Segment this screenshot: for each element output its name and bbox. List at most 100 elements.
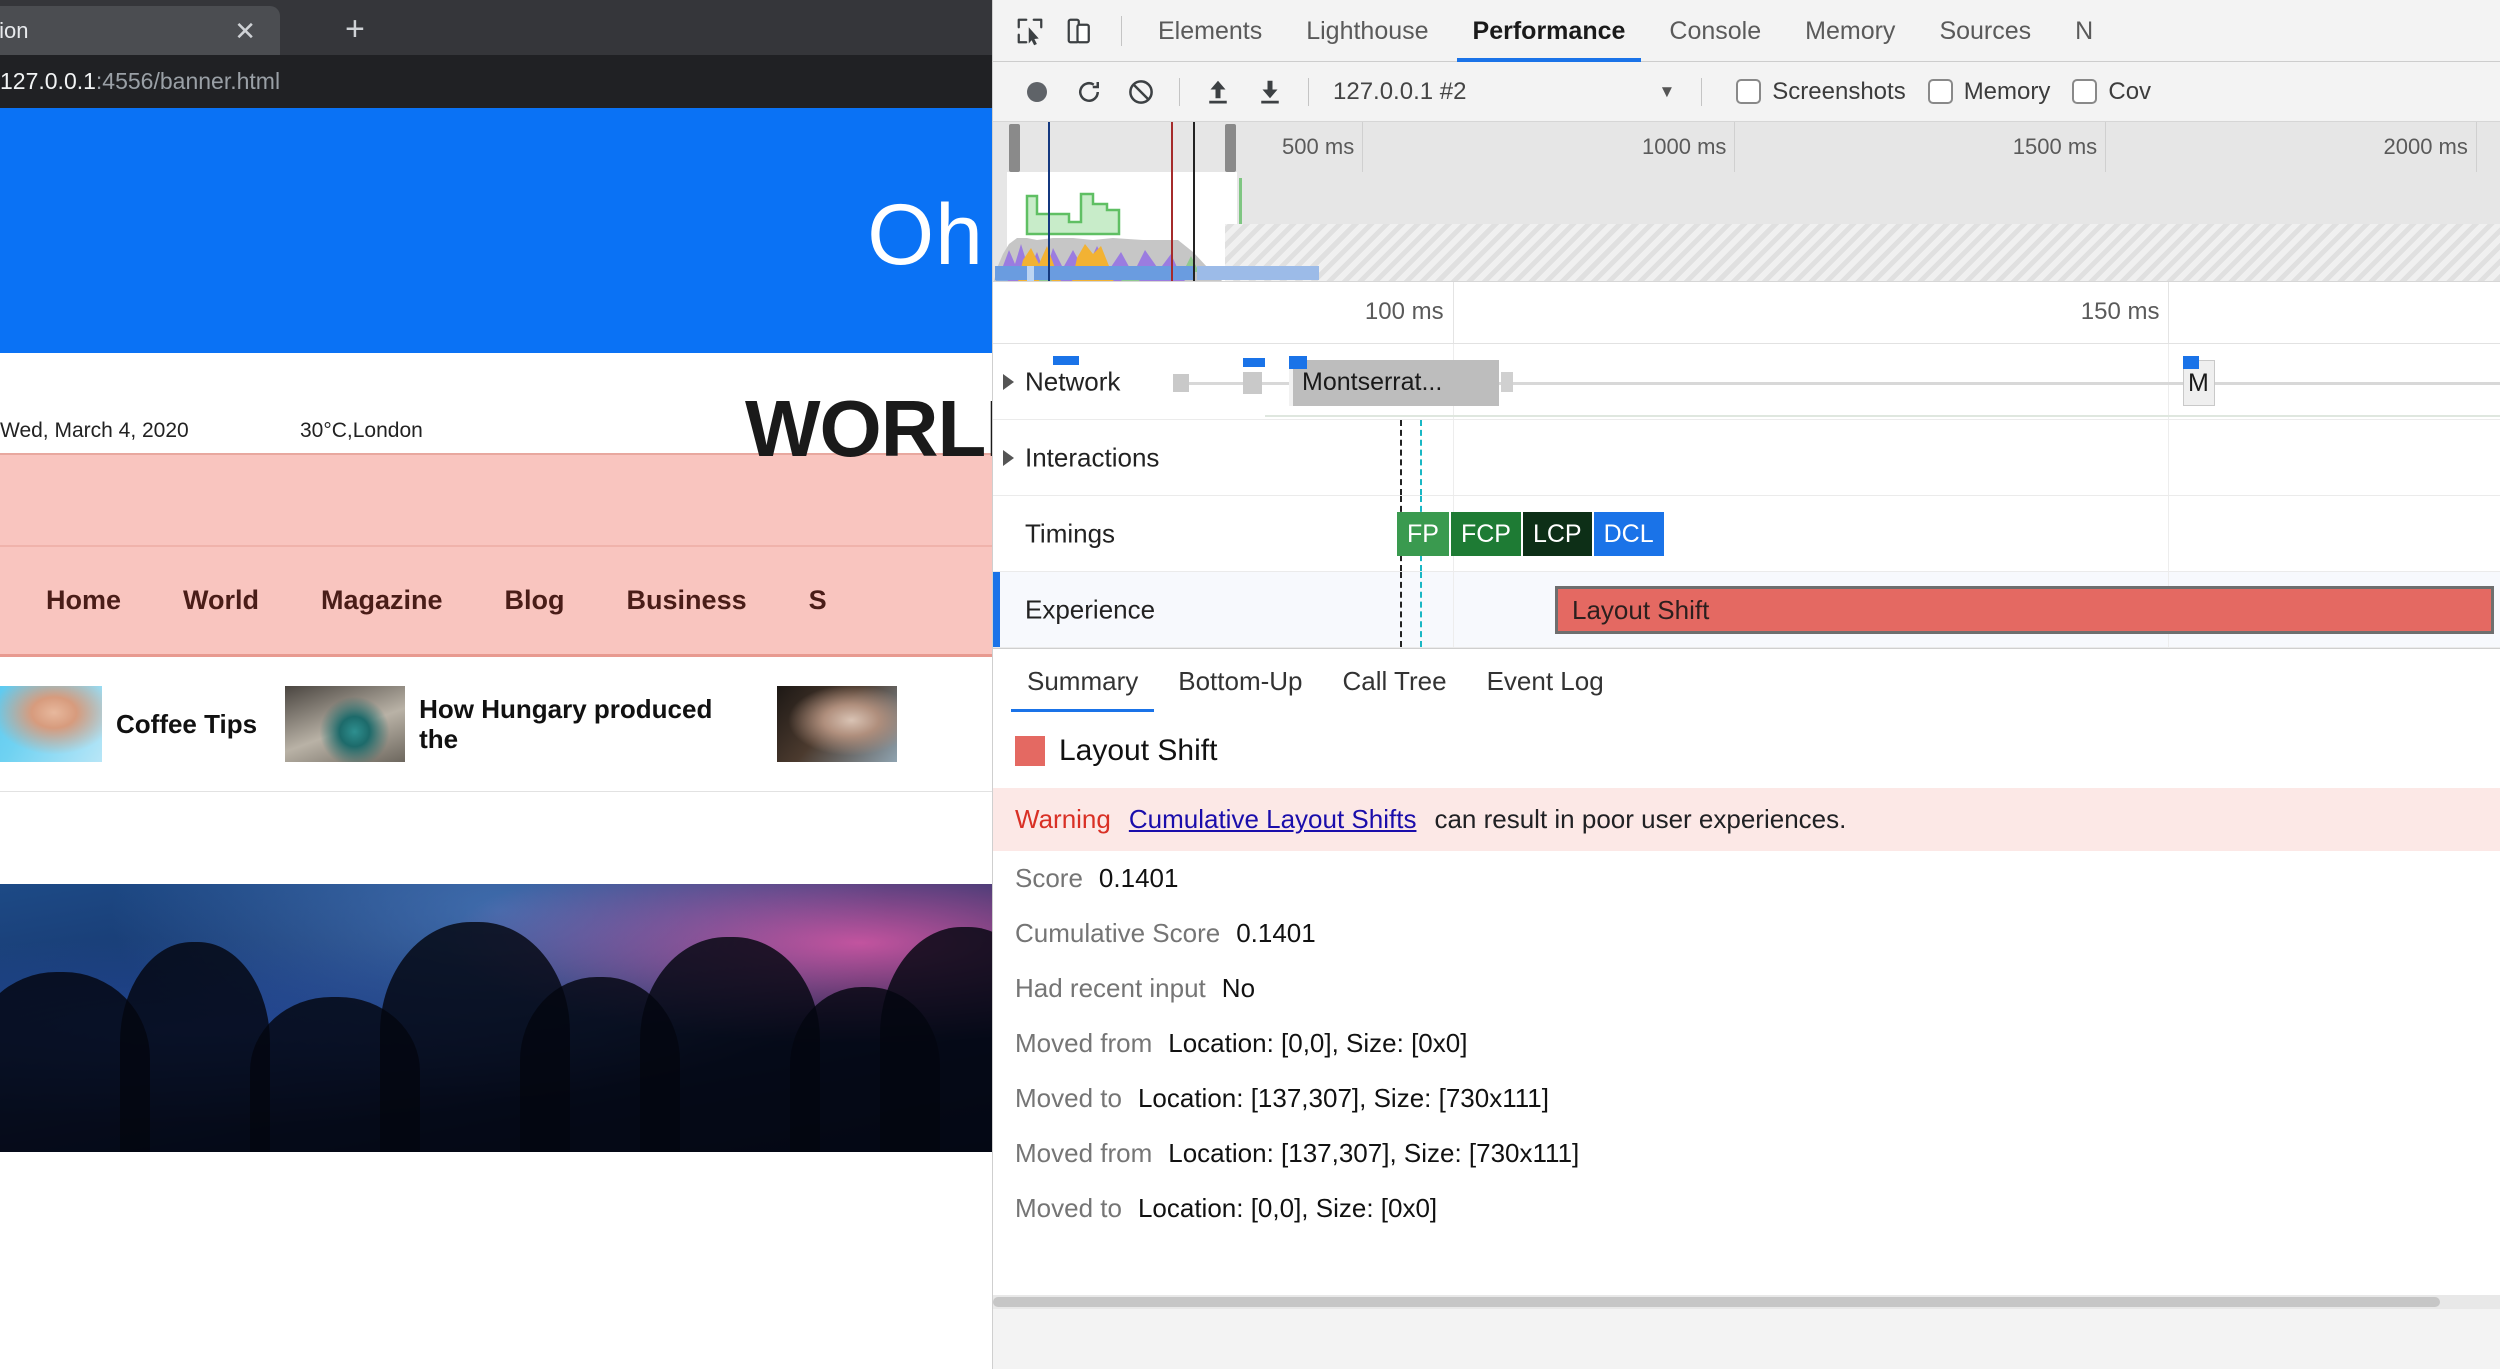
nav-item-blog[interactable]: Blog xyxy=(505,585,565,616)
network-request-label: Montserrat... xyxy=(1302,368,1443,396)
horizontal-scrollbar[interactable] xyxy=(993,1295,2500,1309)
list-item[interactable] xyxy=(777,686,911,762)
nav-item-business[interactable]: Business xyxy=(627,585,747,616)
news-nav: Home World Magazine Blog Business S xyxy=(0,545,1000,657)
tab-performance[interactable]: Performance xyxy=(1451,0,1648,62)
url-text: 127.0.0.1:4556/banner.html xyxy=(0,68,280,95)
browser-window: l Vision ✕ + 127.0.0.1:4556/banner.html … xyxy=(0,0,1000,1369)
reload-and-record-icon[interactable] xyxy=(1063,66,1115,118)
overview-tick-label: 500 ms xyxy=(1282,134,1355,159)
layout-shift-bar[interactable]: Layout Shift xyxy=(1555,586,2494,634)
memory-checkbox[interactable]: Memory xyxy=(1927,77,2051,106)
address-bar[interactable]: 127.0.0.1:4556/banner.html xyxy=(0,55,1000,108)
chevron-right-icon[interactable] xyxy=(1003,449,1014,466)
checkbox-box[interactable] xyxy=(1736,79,1762,104)
plus-icon[interactable]: + xyxy=(345,12,365,46)
tab-console[interactable]: Console xyxy=(1647,0,1783,62)
list-item[interactable]: How Hungary produced the xyxy=(285,686,749,762)
session-label: 127.0.0.1 #2 xyxy=(1333,77,1467,105)
overview-drag-handle-left[interactable] xyxy=(1009,124,1020,172)
scrollbar-thumb[interactable] xyxy=(993,1297,2440,1307)
nav-item-sports[interactable]: S xyxy=(809,585,827,616)
frame-marker xyxy=(1239,178,1242,224)
timing-badge-lcp[interactable]: LCP xyxy=(1522,511,1594,556)
track-timings[interactable]: Timings FP FCP LCP DCL xyxy=(993,496,2500,572)
overview-body xyxy=(993,122,2500,281)
tab-call-tree[interactable]: Call Tree xyxy=(1323,649,1467,713)
chevron-right-icon[interactable] xyxy=(1003,373,1014,390)
thumbnail-image xyxy=(285,686,406,762)
timing-badge-fcp[interactable]: FCP xyxy=(1450,511,1523,556)
tab-event-log[interactable]: Event Log xyxy=(1467,649,1624,713)
inspect-element-icon[interactable] xyxy=(1007,8,1053,54)
dcl-marker xyxy=(1193,122,1195,281)
checkbox-label: Memory xyxy=(1963,77,2051,105)
tab-summary[interactable]: Summary xyxy=(1007,649,1158,713)
tab-lighthouse[interactable]: Lighthouse xyxy=(1284,0,1450,62)
navigation-marker xyxy=(1048,122,1050,281)
timeline-overview[interactable]: 500 ms 1000 ms 1500 ms 2000 ms xyxy=(993,122,2500,282)
toolbar-divider xyxy=(1179,77,1180,106)
row-key: Moved to xyxy=(1015,1083,1122,1113)
chevron-down-icon[interactable]: ▼ xyxy=(1658,82,1675,102)
content-gap xyxy=(0,792,1000,884)
network-request-bar[interactable] xyxy=(1243,372,1262,394)
nav-item-world[interactable]: World xyxy=(183,585,259,616)
device-toolbar-icon[interactable] xyxy=(1057,8,1103,54)
summary-row-score: Score 0.1401 xyxy=(993,851,2500,906)
overview-tick-label: 2000 ms xyxy=(2383,134,2468,159)
track-network[interactable]: Network Montserrat... M xyxy=(993,344,2500,420)
tab-sources[interactable]: Sources xyxy=(1917,0,2053,62)
network-track-underline xyxy=(1265,415,2500,417)
timing-badge-fp[interactable]: FP xyxy=(1397,511,1451,556)
coverage-checkbox[interactable]: Cov xyxy=(2072,78,2151,106)
tab-bottom-up[interactable]: Bottom-Up xyxy=(1158,649,1322,713)
screenshots-checkbox[interactable]: Screenshots xyxy=(1736,78,1906,106)
news-weather: 30°C,London xyxy=(300,419,423,442)
nav-item-magazine[interactable]: Magazine xyxy=(321,585,443,616)
summary-row-cumulative-score: Cumulative Score 0.1401 xyxy=(993,906,2500,961)
row-key: Moved from xyxy=(1015,1138,1153,1168)
network-overview-bar xyxy=(995,266,1027,280)
nav-item-home[interactable]: Home xyxy=(46,585,121,616)
browser-tab[interactable]: l Vision ✕ xyxy=(0,6,280,55)
row-key: Had recent input xyxy=(1015,973,1206,1003)
save-profile-icon[interactable] xyxy=(1244,66,1296,118)
warning-text: can result in poor user experiences. xyxy=(1434,804,1847,834)
warning-label: Warning xyxy=(1015,804,1111,834)
record-icon[interactable] xyxy=(1011,66,1063,118)
toolbar-divider xyxy=(1121,15,1122,46)
track-name-experience: Experience xyxy=(1025,594,1156,624)
close-icon[interactable]: ✕ xyxy=(228,18,262,44)
checkbox-box[interactable] xyxy=(2072,79,2098,104)
toolbar-divider xyxy=(1701,77,1703,106)
browser-tabstrip: l Vision ✕ + xyxy=(0,0,1000,55)
timing-badge-dcl[interactable]: DCL xyxy=(1593,511,1664,556)
network-request-montserrat[interactable]: Montserrat... xyxy=(1289,360,1499,406)
overview-tick-label: 1000 ms xyxy=(1642,134,1727,159)
tab-elements[interactable]: Elements xyxy=(1136,0,1284,62)
layout-shift-bar-label: Layout Shift xyxy=(1572,594,1710,625)
clear-recording-icon[interactable] xyxy=(1115,66,1167,118)
summary-row-moved-from-2: Moved from Location: [137,307], Size: [7… xyxy=(993,1126,2500,1181)
summary-row-moved-to-2: Moved to Location: [0,0], Size: [0x0] xyxy=(993,1181,2500,1236)
news-topbar: Wed, March 4, 2020 30°C,London WORLD xyxy=(0,353,1000,473)
tab-memory[interactable]: Memory xyxy=(1783,0,1917,62)
overview-drag-handle-right[interactable] xyxy=(1225,124,1236,172)
tab-network[interactable]: N xyxy=(2053,0,2115,62)
summary-title: Layout Shift xyxy=(1059,734,1218,767)
network-request-priority-marker xyxy=(2183,356,2199,369)
hero-headline: Oh xyxy=(867,187,984,283)
toolbar-divider xyxy=(1308,77,1309,106)
track-experience[interactable]: Experience Layout Shift xyxy=(993,572,2500,648)
track-interactions[interactable]: Interactions xyxy=(993,420,2500,496)
list-item[interactable]: Coffee Tips xyxy=(0,686,257,762)
checkbox-label: Cov xyxy=(2108,77,2152,105)
network-request-bar[interactable] xyxy=(1173,374,1189,392)
cumulative-layout-shifts-link[interactable]: Cumulative Layout Shifts xyxy=(1129,804,1417,835)
network-request-tail xyxy=(1501,372,1513,392)
load-profile-icon[interactable] xyxy=(1192,66,1244,118)
row-value: Location: [137,307], Size: [730x111] xyxy=(1137,1083,1549,1113)
checkbox-box[interactable] xyxy=(1927,79,1953,104)
browser-tab-title: l Vision xyxy=(0,17,29,43)
